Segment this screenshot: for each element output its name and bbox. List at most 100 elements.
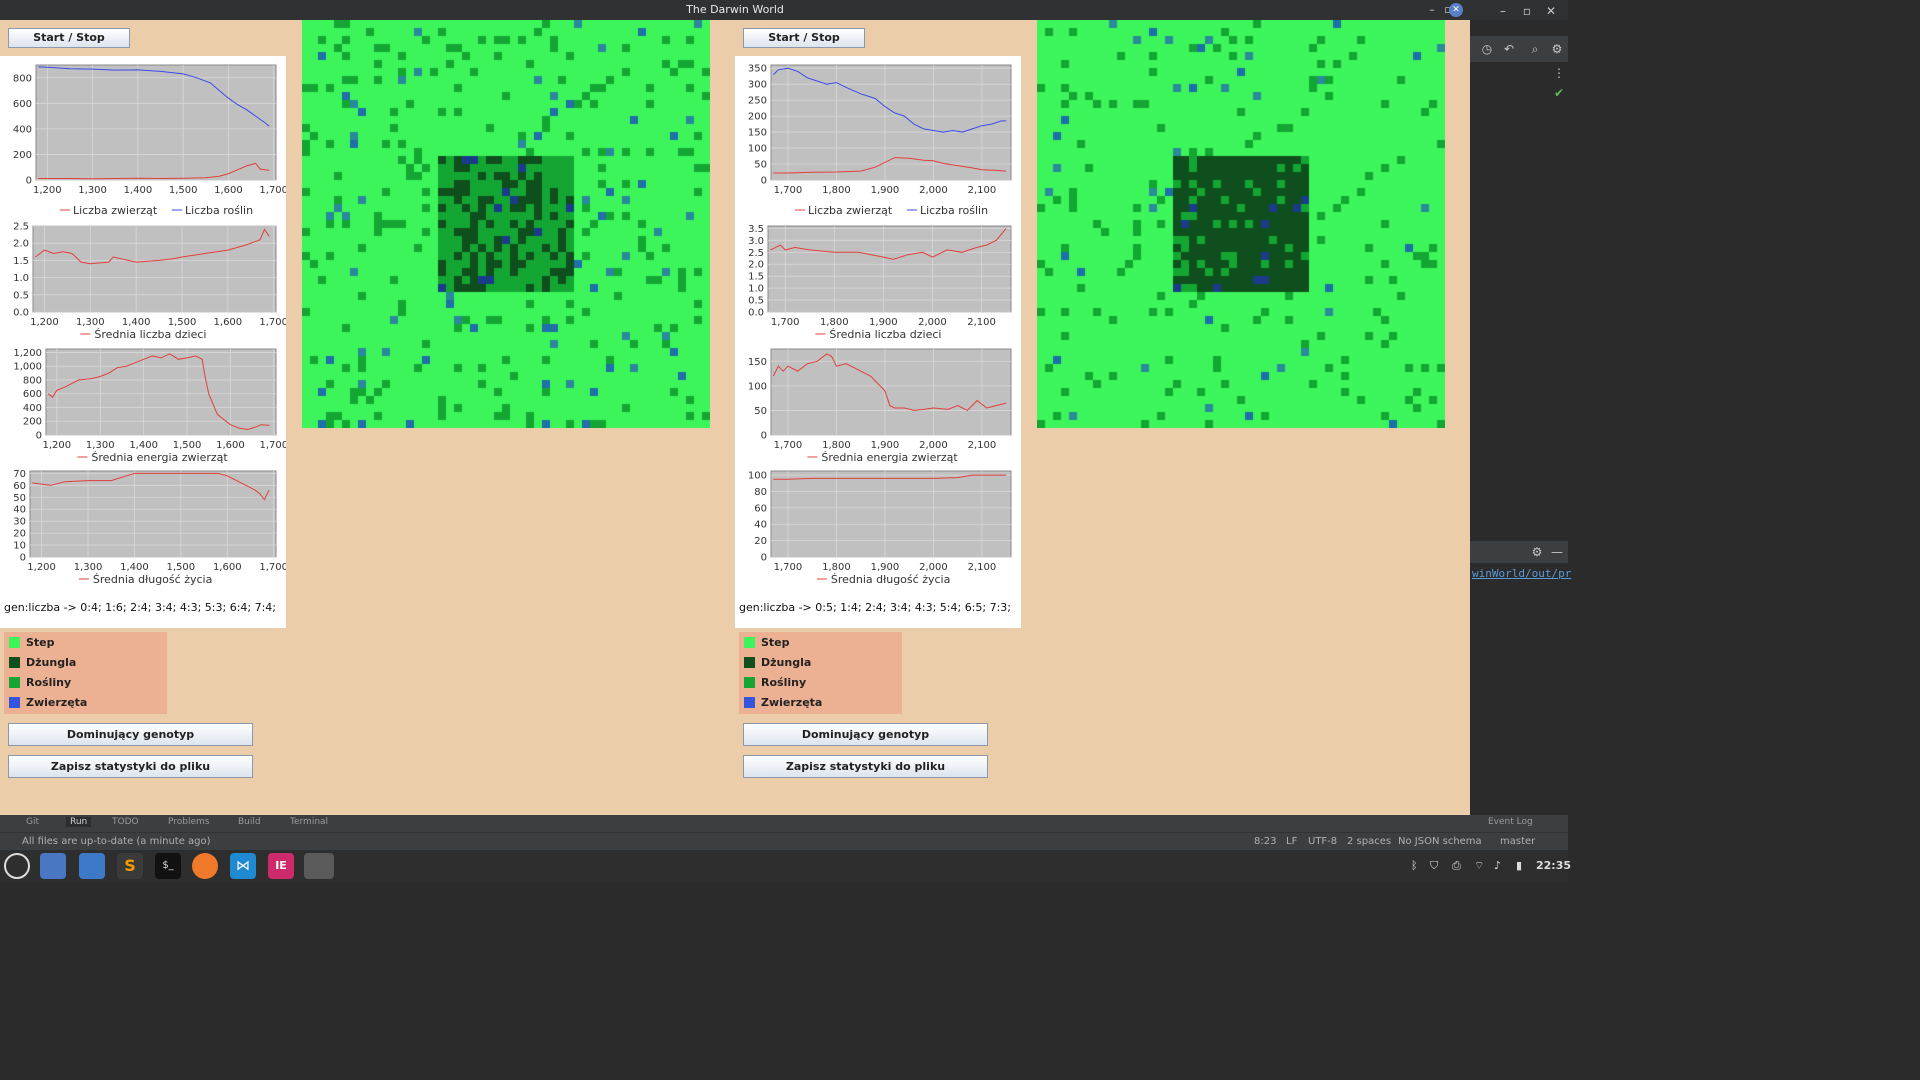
close-icon[interactable]: ✕ xyxy=(1542,2,1560,20)
y-tick-label: 20 xyxy=(13,529,26,540)
y-tick-label: 0 xyxy=(36,431,42,442)
x-tick-label: 1,900 xyxy=(871,440,900,451)
y-tick-label: 0 xyxy=(26,176,32,187)
settings-icon[interactable]: ⚙ xyxy=(1528,543,1546,561)
y-tick-label: 200 xyxy=(23,417,42,428)
file-encoding[interactable]: UTF-8 xyxy=(1308,836,1337,847)
plot-area xyxy=(770,470,1012,558)
y-tick-label: 0.0 xyxy=(13,308,29,319)
intellij-icon[interactable]: IE xyxy=(268,853,294,879)
x-tick-label: 1,300 xyxy=(86,440,115,451)
x-tick-label: 1,400 xyxy=(120,562,149,573)
caret-position[interactable]: 8:23 xyxy=(1254,836,1276,847)
x-tick-label: 2,100 xyxy=(967,317,996,328)
x-tick-label: 1,900 xyxy=(869,317,898,328)
x-tick-label: 1,500 xyxy=(167,562,196,573)
java-app-icon[interactable] xyxy=(304,853,334,879)
right-start-stop-button[interactable]: Start / Stop xyxy=(743,28,865,48)
minimize-icon[interactable]: – xyxy=(1494,2,1512,20)
chart-xlabel: Średnia długość życia xyxy=(93,573,212,586)
chart-xlabel: Średnia energia zwierząt xyxy=(91,451,228,464)
right-legend: Step Dżungla Rośliny Zwierzęta xyxy=(739,632,902,714)
wifi-icon[interactable]: ⌔ xyxy=(1474,859,1484,873)
y-tick-label: 50 xyxy=(754,406,767,417)
right-world-map[interactable] xyxy=(1037,20,1445,428)
y-tick-label: 40 xyxy=(13,505,26,516)
left-children-chart: 1,200 1,300 1,400 1,500 1,600 1,700 0.0 0.5 1.0 1… xyxy=(13,222,286,342)
ide-side-panel: – ▫ ✕ ◷ ↶ ⌕ ⚙ ⋮ ✔ ⚙ — winWorld/out/pr xyxy=(1470,0,1571,815)
x-tick-label: 1,700 xyxy=(774,440,803,451)
tool-build[interactable]: Build xyxy=(238,817,261,827)
files-icon[interactable] xyxy=(79,853,105,879)
hide-icon[interactable]: — xyxy=(1548,543,1566,561)
terminal-icon[interactable]: $_ xyxy=(155,853,181,879)
volume-icon[interactable]: ♪ xyxy=(1494,859,1501,872)
show-desktop-icon[interactable] xyxy=(40,853,66,879)
x-tick-label: 1,600 xyxy=(214,317,243,328)
more-icon[interactable]: ⋮ xyxy=(1550,64,1568,82)
x-tick-label: 1,900 xyxy=(871,185,900,196)
x-tick-label: 1,200 xyxy=(33,185,62,196)
x-tick-label: 1,600 xyxy=(213,562,242,573)
battery-icon[interactable]: ▮ xyxy=(1516,859,1522,872)
left-save-stats-button[interactable]: Zapisz statystyki do pliku xyxy=(8,755,253,778)
right-dominant-genotype-button[interactable]: Dominujący genotyp xyxy=(743,723,988,746)
os-taskbar: S $_ ⋈ IE ᛒ ⛉ ⎙ ⌔ ♪ ▮ 22:35 xyxy=(0,850,1571,882)
printer-icon[interactable]: ⎙ xyxy=(1452,859,1461,873)
firefox-icon[interactable] xyxy=(192,853,218,879)
undo-icon[interactable]: ↶ xyxy=(1500,40,1518,58)
legend-label: Liczba zwierząt xyxy=(73,204,158,217)
sublime-icon[interactable]: S xyxy=(117,853,143,879)
y-tick-label: 1.0 xyxy=(748,284,764,295)
tool-problems[interactable]: Problems xyxy=(168,817,209,827)
x-tick-label: 1,600 xyxy=(216,440,245,451)
x-tick-label: 2,100 xyxy=(968,562,997,573)
tool-todo[interactable]: TODO xyxy=(112,817,139,827)
y-tick-label: 2.5 xyxy=(748,248,764,259)
y-tick-label: 3.5 xyxy=(748,224,764,235)
left-world-map[interactable] xyxy=(302,20,710,428)
y-tick-label: 0.5 xyxy=(748,296,764,307)
json-schema[interactable]: No JSON schema xyxy=(1398,836,1482,847)
bluetooth-icon[interactable]: ᛒ xyxy=(1411,859,1418,872)
tool-terminal[interactable]: Terminal xyxy=(290,817,328,827)
left-start-stop-button[interactable]: Start / Stop xyxy=(8,28,130,48)
chart-xlabel: Średnia długość życia xyxy=(831,573,950,586)
gear-icon[interactable]: ⚙ xyxy=(1548,40,1566,58)
shield-icon[interactable]: ⛉ xyxy=(1430,859,1438,873)
plot-area xyxy=(770,348,1012,436)
x-tick-label: 1,700 xyxy=(774,185,803,196)
x-tick-label: 2,000 xyxy=(918,317,947,328)
close-button[interactable]: ✕ xyxy=(1449,3,1463,17)
y-tick-label: 80 xyxy=(754,487,767,498)
mint-menu-icon[interactable] xyxy=(4,853,30,879)
y-tick-label: 150 xyxy=(748,128,767,139)
x-tick-label: 1,400 xyxy=(129,440,158,451)
x-tick-label: 1,200 xyxy=(43,440,72,451)
legend-label: Liczba roślin xyxy=(920,204,988,217)
minimize-button[interactable]: – xyxy=(1424,2,1440,18)
left-population-chart: 1,200 1,300 1,400 1,500 1,600 1,700 0 200 400 600… xyxy=(13,64,286,217)
vscode-icon[interactable]: ⋈ xyxy=(230,853,256,879)
x-tick-label: 1,800 xyxy=(822,562,851,573)
left-dominant-genotype-button[interactable]: Dominujący genotyp xyxy=(8,723,253,746)
y-tick-label: 50 xyxy=(754,160,767,171)
event-log-button[interactable]: Event Log xyxy=(1488,817,1533,827)
y-tick-label: 600 xyxy=(13,99,32,110)
y-tick-label: 1.0 xyxy=(13,273,29,284)
y-tick-label: 1,000 xyxy=(13,362,42,373)
search-icon[interactable]: ⌕ xyxy=(1526,40,1544,58)
legend-step: Step xyxy=(4,632,167,652)
left-legend: Step Dżungla Rośliny Zwierzęta xyxy=(4,632,167,714)
restore-icon[interactable]: ▫ xyxy=(1518,2,1536,20)
right-save-stats-button[interactable]: Zapisz statystyki do pliku xyxy=(743,755,988,778)
plot-area xyxy=(45,348,277,436)
line-separator[interactable]: LF xyxy=(1286,836,1297,847)
indent-setting[interactable]: 2 spaces xyxy=(1347,836,1391,847)
output-path-link[interactable]: winWorld/out/pr xyxy=(1472,567,1571,580)
tool-run[interactable]: Run xyxy=(66,817,92,827)
git-branch[interactable]: master xyxy=(1500,836,1535,847)
y-tick-label: 300 xyxy=(748,80,767,91)
tool-git[interactable]: Git xyxy=(26,817,39,827)
history-icon[interactable]: ◷ xyxy=(1478,40,1496,58)
